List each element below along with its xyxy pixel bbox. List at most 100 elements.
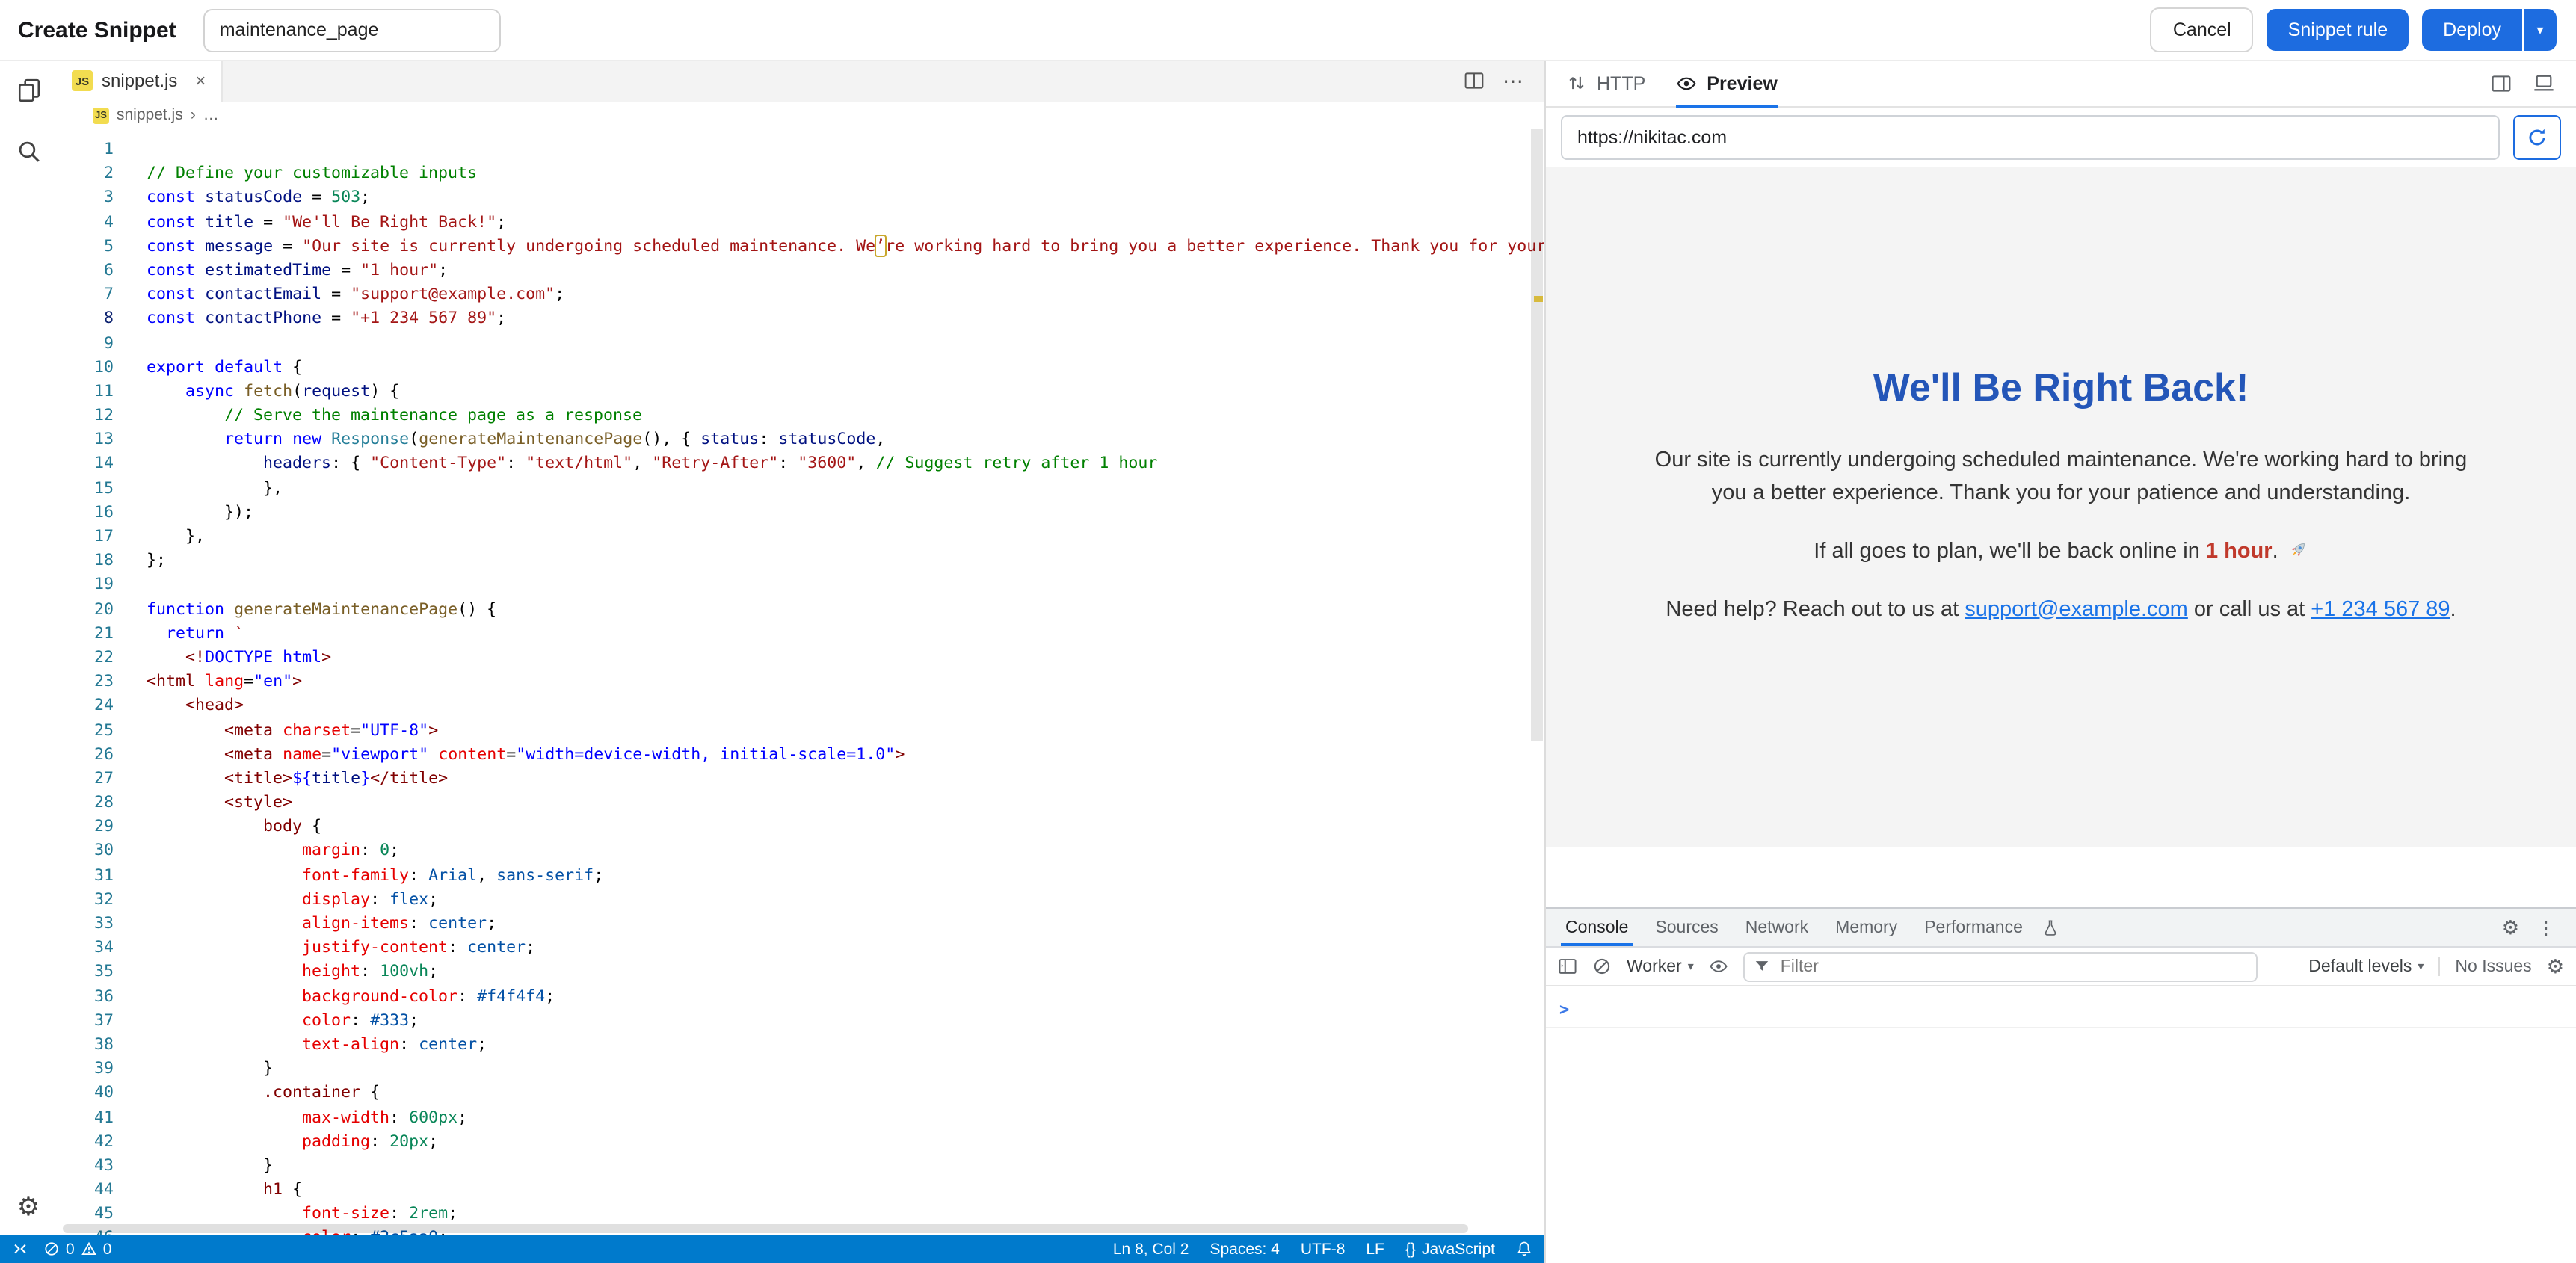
code-line[interactable]: 35 height: 100vh; — [57, 960, 1544, 984]
code-line[interactable]: 36 background-color: #f4f4f4; — [57, 984, 1544, 1008]
code-line[interactable]: 1 — [57, 138, 1544, 161]
cursor-position[interactable]: Ln 8, Col 2 — [1113, 1240, 1189, 1258]
line-number[interactable]: 5 — [57, 235, 114, 259]
line-number[interactable]: 32 — [57, 888, 114, 912]
code-area[interactable]: 12// Define your customizable inputs3con… — [57, 129, 1544, 1235]
live-expression-eye-icon[interactable] — [1709, 957, 1728, 976]
code-line[interactable]: 28 <style> — [57, 791, 1544, 815]
code-line[interactable]: 14 headers: { "Content-Type": "text/html… — [57, 452, 1544, 476]
line-number[interactable]: 38 — [57, 1033, 114, 1057]
line-number[interactable]: 41 — [57, 1105, 114, 1129]
code-line[interactable]: 16 }); — [57, 501, 1544, 525]
phone-link[interactable]: +1 234 567 89 — [2311, 597, 2450, 621]
line-number[interactable]: 9 — [57, 331, 114, 355]
devtools-tab-network[interactable]: Network — [1732, 909, 1822, 946]
line-number[interactable]: 35 — [57, 960, 114, 984]
line-number[interactable]: 10 — [57, 355, 114, 379]
tab-preview[interactable]: Preview — [1675, 60, 1778, 106]
code-line[interactable]: 38 text-align: center; — [57, 1033, 1544, 1057]
line-number[interactable]: 18 — [57, 549, 114, 572]
code-line[interactable]: 41 max-width: 600px; — [57, 1105, 1544, 1129]
tab-http[interactable]: HTTP — [1567, 60, 1645, 106]
code-line[interactable]: 31 font-family: Arial, sans-serif; — [57, 863, 1544, 887]
url-input[interactable] — [1561, 114, 2500, 159]
notifications-bell-icon[interactable] — [1516, 1241, 1532, 1257]
code-line[interactable]: 8const contactPhone = "+1 234 567 89"; — [57, 307, 1544, 331]
snippet-rule-button[interactable]: Snippet rule — [2267, 9, 2409, 51]
line-number[interactable]: 4 — [57, 210, 114, 234]
line-number[interactable]: 33 — [57, 912, 114, 936]
code-line[interactable]: 19 — [57, 573, 1544, 597]
line-number[interactable]: 34 — [57, 936, 114, 960]
line-number[interactable]: 40 — [57, 1081, 114, 1105]
tab-snippet-js[interactable]: JS snippet.js × — [57, 60, 222, 102]
breadcrumb[interactable]: JS snippet.js › … — [57, 102, 1544, 129]
console-filter[interactable] — [1743, 951, 2258, 981]
line-number[interactable]: 7 — [57, 282, 114, 306]
language-mode[interactable]: {} JavaScript — [1405, 1240, 1495, 1258]
deploy-dropdown-button[interactable]: ▾ — [2524, 9, 2557, 51]
line-number[interactable]: 14 — [57, 452, 114, 476]
horizontal-scrollbar[interactable] — [63, 1224, 1526, 1233]
console-settings-gear-icon[interactable]: ⚙ — [2547, 957, 2564, 976]
code-line[interactable]: 3const statusCode = 503; — [57, 186, 1544, 210]
indentation[interactable]: Spaces: 4 — [1210, 1240, 1279, 1258]
devtools-kebab-menu-icon[interactable]: ⋮ — [2537, 918, 2555, 936]
line-number[interactable]: 12 — [57, 404, 114, 427]
line-number[interactable]: 2 — [57, 161, 114, 185]
line-number[interactable]: 42 — [57, 1129, 114, 1153]
line-number[interactable]: 39 — [57, 1057, 114, 1081]
code-line[interactable]: 2// Define your customizable inputs — [57, 161, 1544, 185]
code-line[interactable]: 24 <head> — [57, 694, 1544, 718]
line-number[interactable]: 27 — [57, 767, 114, 791]
devtools-tab-sources[interactable]: Sources — [1642, 909, 1731, 946]
devtools-tab-memory[interactable]: Memory — [1822, 909, 1911, 946]
flask-icon[interactable] — [2036, 909, 2065, 946]
code-line[interactable]: 44 h1 { — [57, 1178, 1544, 1202]
line-number[interactable]: 45 — [57, 1202, 114, 1226]
line-number[interactable]: 13 — [57, 428, 114, 452]
line-number[interactable]: 19 — [57, 573, 114, 597]
code-line[interactable]: 17 }, — [57, 525, 1544, 549]
line-number[interactable]: 26 — [57, 742, 114, 766]
line-number[interactable]: 23 — [57, 670, 114, 694]
line-number[interactable]: 3 — [57, 186, 114, 210]
breadcrumb-more[interactable]: … — [203, 106, 219, 124]
line-number[interactable]: 28 — [57, 791, 114, 815]
clear-console-icon[interactable] — [1592, 957, 1612, 976]
code-line[interactable]: 34 justify-content: center; — [57, 936, 1544, 960]
code-line[interactable]: 18}; — [57, 549, 1544, 572]
line-number[interactable]: 6 — [57, 259, 114, 282]
scrollbar-thumb[interactable] — [63, 1224, 1468, 1233]
refresh-button[interactable] — [2513, 114, 2561, 159]
eol-sequence[interactable]: LF — [1366, 1240, 1384, 1258]
code-line[interactable]: 20function generateMaintenancePage() { — [57, 597, 1544, 621]
devtools-tab-performance[interactable]: Performance — [1911, 909, 2036, 946]
code-line[interactable]: 32 display: flex; — [57, 888, 1544, 912]
line-number[interactable]: 29 — [57, 815, 114, 839]
line-number[interactable]: 16 — [57, 501, 114, 525]
code-line[interactable]: 4const title = "We'll Be Right Back!"; — [57, 210, 1544, 234]
encoding[interactable]: UTF-8 — [1301, 1240, 1346, 1258]
problems-indicator[interactable]: 0 0 — [43, 1240, 111, 1258]
split-editor-icon[interactable] — [1464, 70, 1485, 91]
console-sidebar-toggle-icon[interactable] — [1558, 957, 1577, 976]
settings-gear-icon[interactable]: ⚙ — [17, 1194, 40, 1220]
code-line[interactable]: 29 body { — [57, 815, 1544, 839]
code-line[interactable]: 10export default { — [57, 355, 1544, 379]
code-line[interactable]: 40 .container { — [57, 1081, 1544, 1105]
more-actions-icon[interactable]: ⋯ — [1503, 70, 1523, 91]
devtools-settings-gear-icon[interactable]: ⚙ — [2502, 918, 2519, 937]
vertical-scrollbar[interactable] — [1529, 129, 1544, 1223]
email-link[interactable]: support@example.com — [1965, 597, 2188, 621]
code-line[interactable]: 15 }, — [57, 476, 1544, 500]
line-number[interactable]: 31 — [57, 863, 114, 887]
code-line[interactable]: 42 padding: 20px; — [57, 1129, 1544, 1153]
execution-context-dropdown[interactable]: Worker ▾ — [1627, 957, 1694, 975]
code-line[interactable]: 23<html lang="en"> — [57, 670, 1544, 694]
code-line[interactable]: 39 } — [57, 1057, 1544, 1081]
panel-layout-icon[interactable] — [2491, 72, 2512, 93]
close-tab-icon[interactable]: × — [195, 70, 206, 91]
breadcrumb-file[interactable]: snippet.js — [117, 106, 183, 124]
log-levels-dropdown[interactable]: Default levels ▾ — [2308, 957, 2424, 975]
